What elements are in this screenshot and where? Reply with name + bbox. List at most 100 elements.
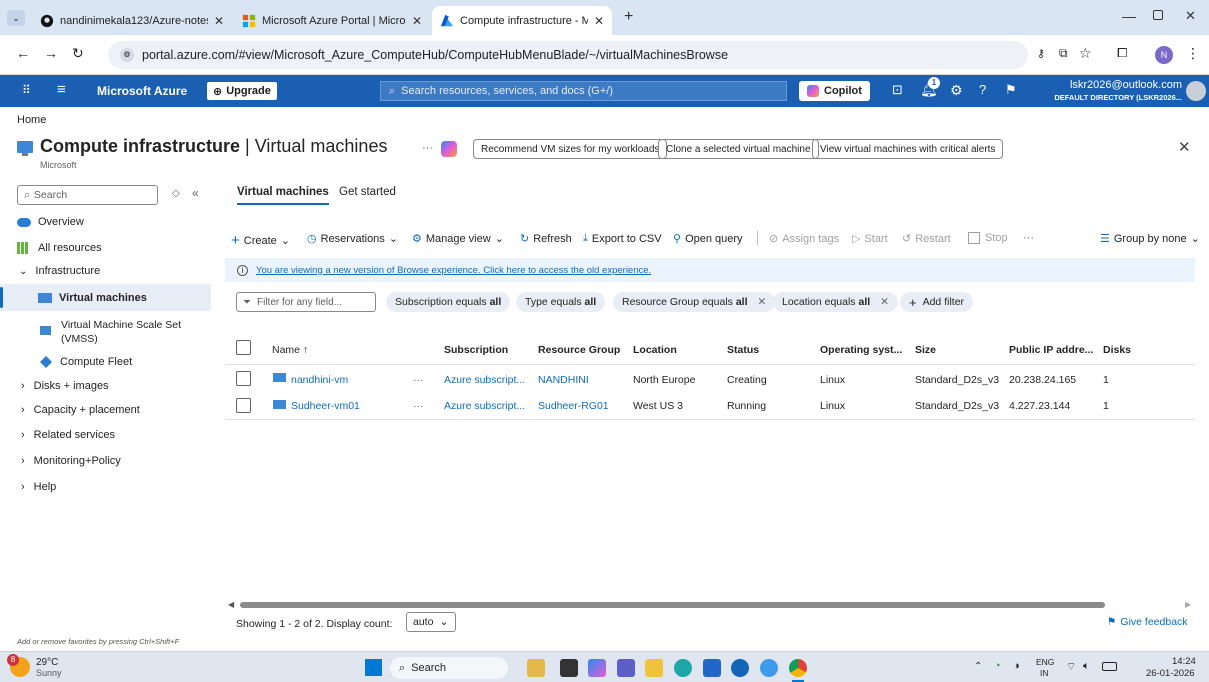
filter-subscription[interactable]: Subscription equals all xyxy=(386,292,511,312)
column-header-location[interactable]: Location xyxy=(633,344,677,356)
sidebar-group-related-services[interactable]: › Related services xyxy=(0,423,211,447)
password-key-icon[interactable]: ⚷ xyxy=(1037,47,1045,60)
resource-group-link[interactable]: Sudheer-RG01 xyxy=(538,400,609,412)
sidebar-item-all-resources[interactable]: All resources xyxy=(0,236,211,260)
feedback-icon[interactable]: ⚑ xyxy=(1005,82,1017,98)
old-experience-link[interactable]: You are viewing a new version of Browse … xyxy=(256,265,651,276)
table-row[interactable]: Sudheer-vm01 ··· Azure subscript... Sudh… xyxy=(225,392,1195,420)
language-primary[interactable]: ENG xyxy=(1036,657,1054,667)
subscription-link[interactable]: Azure subscript... xyxy=(444,374,525,386)
site-info-icon[interactable]: ⚙ xyxy=(120,48,134,62)
select-all-checkbox[interactable] xyxy=(236,340,251,355)
clock-time[interactable]: 14:24 xyxy=(1172,656,1196,667)
remove-filter-icon[interactable]: ✕ xyxy=(758,296,767,308)
back-icon[interactable]: ← xyxy=(16,45,30,61)
open-query-button[interactable]: ⚲ Open query xyxy=(673,232,743,246)
filter-type[interactable]: Type equals all xyxy=(516,292,606,312)
taskbar-search[interactable]: ⌕ Search xyxy=(390,657,508,679)
start-button[interactable]: ▷ Start xyxy=(852,232,888,246)
url-field[interactable]: ⚙ portal.azure.com/#view/Microsoft_Azure… xyxy=(108,41,1028,69)
sidebar-group-infrastructure[interactable]: ⌄ Infrastructure xyxy=(0,259,211,283)
table-row[interactable]: nandhini-vm ··· Azure subscript... NANDH… xyxy=(225,368,1195,392)
assign-tags-button[interactable]: ⊘ Assign tags xyxy=(769,232,839,246)
task-view-icon[interactable] xyxy=(560,659,578,677)
scroll-left-arrow[interactable]: ◀ xyxy=(228,600,234,609)
settings-gear-icon[interactable]: ⚙ xyxy=(950,82,963,99)
forward-icon[interactable]: → xyxy=(44,45,58,61)
sidebar-item-overview[interactable]: Overview xyxy=(0,210,211,234)
close-icon[interactable]: ✕ xyxy=(412,14,422,28)
display-count-select[interactable]: auto ⌄ xyxy=(406,612,456,632)
reservations-button[interactable]: ◷ Reservations ⌄ xyxy=(307,232,398,246)
column-header-name[interactable]: Name ↑ xyxy=(272,344,308,356)
sidebar-group-capacity-placement[interactable]: › Capacity + placement xyxy=(0,398,211,422)
sidebar-search-input[interactable]: ⌕ Search xyxy=(17,185,158,205)
show-hidden-icons[interactable]: ⌃ xyxy=(974,661,982,672)
vm-name-link[interactable]: Sudheer-vm01 xyxy=(291,400,360,412)
copilot-taskbar-icon[interactable] xyxy=(760,659,778,677)
tab-azure-portal[interactable]: Microsoft Azure Portal | Micros ✕ xyxy=(234,6,430,35)
volume-icon[interactable]: 🔈︎ xyxy=(1083,660,1090,673)
filter-resource-group[interactable]: Resource Group equals all ✕ xyxy=(613,292,776,312)
manage-view-button[interactable]: ⚙ Manage view ⌄ xyxy=(412,232,504,246)
sidebar-group-monitoring-policy[interactable]: › Monitoring+Policy xyxy=(0,449,211,473)
cloud-shell-icon[interactable]: ⊡ xyxy=(892,82,903,98)
column-header-disks[interactable]: Disks xyxy=(1103,344,1131,356)
chrome-icon[interactable] xyxy=(789,659,807,677)
meet-app-icon[interactable]: ◑ xyxy=(1013,660,1020,672)
remove-filter-icon[interactable]: ✕ xyxy=(880,296,889,308)
windows-start-icon[interactable] xyxy=(365,659,382,676)
give-feedback-link[interactable]: ⚑ Give feedback xyxy=(1107,616,1188,628)
upgrade-button[interactable]: ⊕ Upgrade xyxy=(207,82,277,100)
profile-avatar[interactable]: N xyxy=(1155,46,1173,64)
export-csv-button[interactable]: ⤓ Export to CSV xyxy=(583,232,662,245)
global-search-input[interactable]: ⌕ Search resources, services, and docs (… xyxy=(380,81,787,101)
close-icon[interactable]: ✕ xyxy=(594,14,604,28)
filter-input[interactable]: ⏷ Filter for any field... xyxy=(236,292,376,312)
sidebar-item-vmss[interactable]: Virtual Machine Scale Set (VMSS) xyxy=(0,318,211,348)
row-checkbox[interactable] xyxy=(236,398,251,413)
vm-name-link[interactable]: nandhini-vm xyxy=(291,374,348,386)
collapse-sidebar-icon[interactable]: « xyxy=(192,186,199,200)
account-email[interactable]: lskr2026@outlook.com xyxy=(1064,79,1182,91)
toolbar-more-button[interactable]: ··· xyxy=(1023,232,1034,244)
tab-compute-infrastructure[interactable]: Compute infrastructure - Micro ✕ xyxy=(432,6,612,35)
teams-icon[interactable] xyxy=(617,659,635,677)
minimize-icon[interactable]: — xyxy=(1122,8,1136,24)
browser-menu-icon[interactable]: ⋮ xyxy=(1186,45,1200,62)
clone-vm-button[interactable]: Clone a selected virtual machine xyxy=(658,139,819,159)
file-explorer-icon[interactable] xyxy=(645,659,663,677)
resource-group-link[interactable]: NANDHINI xyxy=(538,374,589,386)
horizontal-scrollbar[interactable] xyxy=(240,602,1105,608)
stop-button[interactable]: Stop xyxy=(968,232,1008,244)
recommend-vm-sizes-button[interactable]: Recommend VM sizes for my workloads xyxy=(473,139,668,159)
battery-icon[interactable] xyxy=(1102,662,1117,671)
column-header-size[interactable]: Size xyxy=(915,344,936,356)
tab-get-started[interactable]: Get started xyxy=(339,186,396,198)
restore-icon[interactable] xyxy=(1153,10,1163,20)
subscription-link[interactable]: Azure subscript... xyxy=(444,400,525,412)
apps-grid-icon[interactable]: ⠿ xyxy=(22,83,31,97)
column-header-resource-group[interactable]: Resource Group xyxy=(538,344,620,356)
row-more-button[interactable]: ··· xyxy=(413,374,424,386)
column-header-subscription[interactable]: Subscription xyxy=(444,344,508,356)
reload-icon[interactable]: ↻ xyxy=(72,45,84,62)
azure-brand[interactable]: Microsoft Azure xyxy=(97,84,187,98)
sidebar-options-icon[interactable]: ◇ xyxy=(172,188,180,199)
tab-virtual-machines[interactable]: Virtual machines xyxy=(237,186,329,205)
hp-icon[interactable] xyxy=(731,659,749,677)
add-filter-button[interactable]: + Add filter xyxy=(900,292,974,312)
column-header-os[interactable]: Operating syst... xyxy=(820,344,902,356)
breadcrumb[interactable]: Home xyxy=(17,114,46,126)
info-banner[interactable]: i You are viewing a new version of Brows… xyxy=(225,258,1195,282)
help-icon[interactable]: ? xyxy=(979,82,986,97)
install-app-icon[interactable]: ⧉ xyxy=(1059,46,1068,61)
column-header-public-ip[interactable]: Public IP addre... xyxy=(1009,344,1093,356)
restart-button[interactable]: ↺ Restart xyxy=(902,232,951,246)
copilot-icon[interactable] xyxy=(441,141,457,157)
filter-location[interactable]: Location equals all ✕ xyxy=(773,292,898,312)
edge-icon[interactable] xyxy=(674,659,692,677)
scroll-right-arrow[interactable]: ▶ xyxy=(1185,600,1191,609)
extensions-icon[interactable]: ⧠ xyxy=(1117,45,1127,61)
column-header-status[interactable]: Status xyxy=(727,344,759,356)
